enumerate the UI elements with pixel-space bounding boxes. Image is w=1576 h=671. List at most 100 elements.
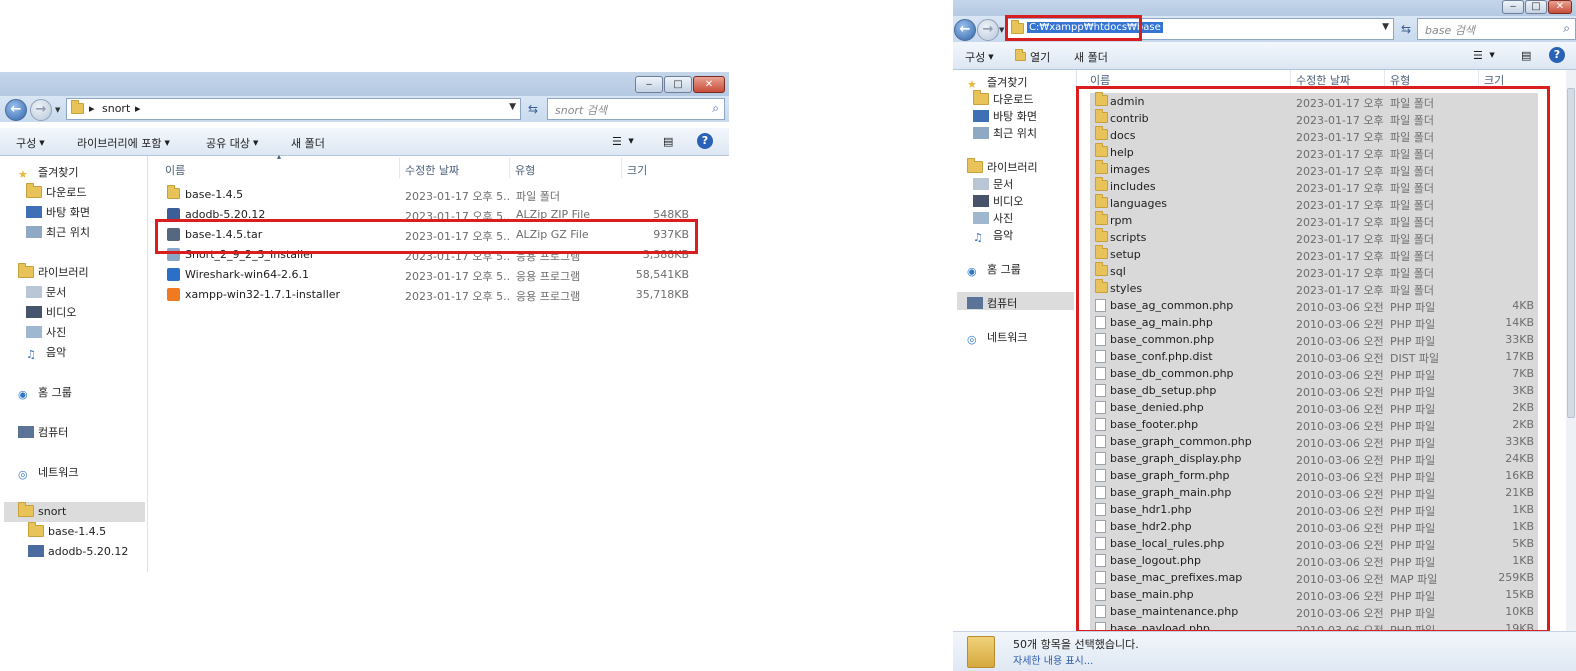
file-row[interactable]: base_graph_common.php2010-03-06 오전 1...P… [1090, 433, 1538, 450]
nav-music[interactable]: ♫ 음악 [26, 344, 66, 361]
close-button[interactable]: ✕ [1548, 0, 1572, 14]
help-icon[interactable]: ? [697, 133, 713, 149]
file-row[interactable]: base_mac_prefixes.map2010-03-06 오전 1...M… [1090, 569, 1538, 586]
file-row[interactable]: base-1.4.5.tar 2023-01-17 오후 5... ALZip GZ… [159, 226, 694, 243]
address-field[interactable]: ▸ snort ▸ ▼ [66, 98, 521, 120]
column-separator[interactable] [1384, 70, 1385, 87]
scrollbar-thumb[interactable] [1567, 88, 1575, 418]
file-row[interactable]: base_footer.php2010-03-06 오전 1...PHP 파일2… [1090, 416, 1538, 433]
file-row[interactable]: base_graph_main.php2010-03-06 오전 1...PHP… [1090, 484, 1538, 501]
nav-videos[interactable]: 비디오 [26, 304, 76, 320]
nav-videos[interactable]: 비디오 [973, 193, 1023, 209]
nav-documents[interactable]: 문서 [973, 176, 1013, 192]
refresh-icon[interactable]: ⇆ [1396, 19, 1416, 39]
search-input[interactable]: base 검색 ⌕ [1417, 18, 1576, 40]
search-icon[interactable]: ⌕ [712, 101, 719, 116]
file-row[interactable]: base_conf.php.dist2010-03-06 오전 1...DIST… [1090, 348, 1538, 365]
title-bar[interactable]: ‒ □ ✕ [0, 72, 729, 96]
nav-base-folder[interactable]: base-1.4.5 [28, 522, 106, 538]
nav-network[interactable]: ◎ 네트워크 [967, 329, 1027, 346]
nav-downloads[interactable]: 다운로드 [973, 90, 1033, 107]
column-size[interactable]: 크기 [627, 162, 647, 178]
file-row[interactable]: contrib 2023-01-17 오후 5... 파일 폴더 [1090, 109, 1538, 127]
column-name[interactable]: 이름 [1090, 72, 1110, 88]
nav-desktop[interactable]: 바탕 화면 [26, 204, 90, 220]
file-row[interactable]: base_ag_common.php2010-03-06 오전 1...PHP … [1090, 297, 1538, 314]
file-row[interactable]: adodb-5.20.12 2023-01-17 오후 5... ALZip ZIP… [159, 206, 694, 223]
nav-documents[interactable]: 문서 [26, 284, 66, 300]
address-dropdown-icon[interactable]: ▼ [1382, 22, 1389, 32]
show-details-link[interactable]: 자세한 내용 표시... [1013, 652, 1093, 667]
nav-computer[interactable]: 컴퓨터 [18, 424, 68, 440]
column-separator[interactable] [1478, 70, 1479, 87]
file-row[interactable]: base_logout.php2010-03-06 오전 1...PHP 파일1… [1090, 552, 1538, 569]
nav-libraries[interactable]: 라이브러리 [967, 158, 1038, 175]
recent-pages-dropdown[interactable]: ▼ [999, 26, 1004, 34]
file-row[interactable]: docs 2023-01-17 오후 5... 파일 폴더 [1090, 126, 1538, 144]
file-row[interactable]: base_maintenance.php2010-03-06 오전 1...PH… [1090, 603, 1538, 620]
file-row[interactable]: Snort_2_9_2_3_Installer 2023-01-17 오후 5..… [159, 246, 694, 263]
minimize-button[interactable]: ‒ [635, 76, 663, 93]
back-button[interactable]: ← [5, 99, 27, 121]
refresh-icon[interactable]: ⇆ [523, 99, 543, 119]
nav-adodb[interactable]: adodb-5.20.12 [28, 545, 128, 558]
new-folder-button[interactable]: 새 폴더 [291, 135, 325, 151]
file-row[interactable]: base_db_common.php2010-03-06 오전 1...PHP … [1090, 365, 1538, 382]
column-separator[interactable] [1290, 70, 1291, 87]
file-row[interactable]: base_hdr1.php2010-03-06 오전 1...PHP 파일1KB [1090, 501, 1538, 518]
nav-favorites[interactable]: ★ 즐겨찾기 [18, 164, 78, 181]
share-menu[interactable]: 공유 대상 ▼ [206, 135, 258, 151]
column-name[interactable]: 이름 [165, 162, 185, 178]
file-row[interactable]: setup 2023-01-17 오후 5... 파일 폴더 [1090, 245, 1538, 263]
search-icon[interactable]: ⌕ [1563, 21, 1570, 36]
nav-homegroup[interactable]: ◉ 홈 그룹 [18, 384, 72, 401]
search-input[interactable]: snort 검색 ⌕ [547, 98, 725, 120]
help-icon[interactable]: ? [1549, 47, 1565, 63]
column-separator[interactable] [621, 158, 622, 178]
organize-menu[interactable]: 구성 ▼ [965, 49, 994, 65]
file-row[interactable]: base_payload.php2010-03-06 오전 1...PHP 파일… [1090, 620, 1538, 631]
column-separator[interactable] [509, 158, 510, 178]
maximize-button[interactable]: □ [664, 76, 692, 93]
file-row[interactable]: rpm 2023-01-17 오후 5... 파일 폴더 [1090, 211, 1538, 229]
nav-homegroup[interactable]: ◉ 홈 그룹 [967, 261, 1021, 278]
include-library-menu[interactable]: 라이브러리에 포함 ▼ [77, 135, 170, 151]
column-date[interactable]: 수정한 날짜 [405, 162, 459, 178]
column-type[interactable]: 유형 [515, 162, 535, 178]
file-row[interactable]: sql 2023-01-17 오후 5... 파일 폴더 [1090, 262, 1538, 280]
nav-libraries[interactable]: 라이브러리 [18, 263, 89, 280]
organize-menu[interactable]: 구성 ▼ [16, 135, 45, 151]
nav-desktop[interactable]: 바탕 화면 [973, 108, 1037, 124]
title-bar[interactable]: ‒ □ ✕ [953, 0, 1576, 16]
open-button[interactable]: 열기 [1015, 49, 1050, 65]
file-row[interactable]: xampp-win32-1.7.1-installer 2023-01-17 오후… [159, 286, 694, 303]
nav-favorites[interactable]: ★ 즐겨찾기 [967, 74, 1027, 91]
breadcrumb-snort[interactable]: snort [102, 102, 130, 115]
nav-network[interactable]: ◎ 네트워크 [18, 464, 78, 481]
column-size[interactable]: 크기 [1484, 72, 1504, 88]
nav-recent[interactable]: 최근 위치 [26, 224, 90, 240]
nav-pictures[interactable]: 사진 [973, 210, 1013, 226]
file-row[interactable]: base_hdr2.php2010-03-06 오전 1...PHP 파일1KB [1090, 518, 1538, 535]
forward-button[interactable]: → [30, 99, 52, 121]
nav-downloads[interactable]: 다운로드 [26, 183, 86, 200]
nav-recent[interactable]: 최근 위치 [973, 125, 1037, 141]
address-path-text[interactable]: C:₩xampp₩htdocs₩base [1027, 22, 1163, 33]
column-separator[interactable] [399, 158, 400, 178]
breadcrumb-separator-icon[interactable]: ▸ [135, 102, 141, 115]
nav-pictures[interactable]: 사진 [26, 324, 66, 340]
new-folder-button[interactable]: 새 폴더 [1074, 49, 1108, 65]
nav-computer[interactable]: 컴퓨터 [967, 295, 1017, 311]
forward-button[interactable]: → [977, 19, 999, 41]
file-row[interactable]: base_main.php2010-03-06 오전 1...PHP 파일15K… [1090, 586, 1538, 603]
column-date[interactable]: 수정한 날짜 [1296, 72, 1350, 88]
file-row[interactable]: base-1.4.5 2023-01-17 오후 5... 파일 폴더 [159, 185, 694, 203]
back-button[interactable]: ← [954, 19, 976, 41]
file-row[interactable]: languages 2023-01-17 오후 5... 파일 폴더 [1090, 194, 1538, 212]
file-row[interactable]: base_denied.php2010-03-06 오전 1...PHP 파일2… [1090, 399, 1538, 416]
file-row[interactable]: images 2023-01-17 오후 5... 파일 폴더 [1090, 160, 1538, 178]
nav-snort[interactable]: snort [18, 502, 66, 518]
file-row[interactable]: styles 2023-01-17 오후 5... 파일 폴더 [1090, 279, 1538, 297]
close-button[interactable]: ✕ [693, 76, 725, 93]
file-row[interactable]: base_common.php2010-03-06 오전 1...PHP 파일3… [1090, 331, 1538, 348]
